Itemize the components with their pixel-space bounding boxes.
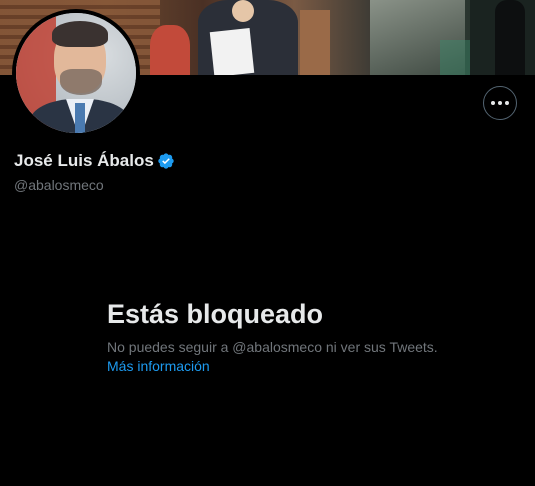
display-name: José Luis Ábalos	[14, 151, 154, 170]
learn-more-link[interactable]: Más información	[107, 357, 210, 375]
blocked-message: No puedes seguir a @abalosmeco ni ver su…	[107, 339, 438, 355]
verified-badge-icon[interactable]	[157, 152, 175, 170]
blocked-title: Estás bloqueado	[107, 299, 324, 329]
blocked-notice: Estás bloqueado No puedes seguir a @abal…	[107, 298, 487, 376]
profile-avatar[interactable]	[12, 9, 140, 137]
more-options-button[interactable]	[483, 86, 517, 120]
profile-name-row: José Luis Ábalos	[14, 151, 175, 171]
more-options-icon	[491, 101, 509, 105]
profile-handle: @abalosmeco	[14, 177, 104, 193]
profile-page: José Luis Ábalos @abalosmeco Estás bloqu…	[0, 0, 535, 486]
